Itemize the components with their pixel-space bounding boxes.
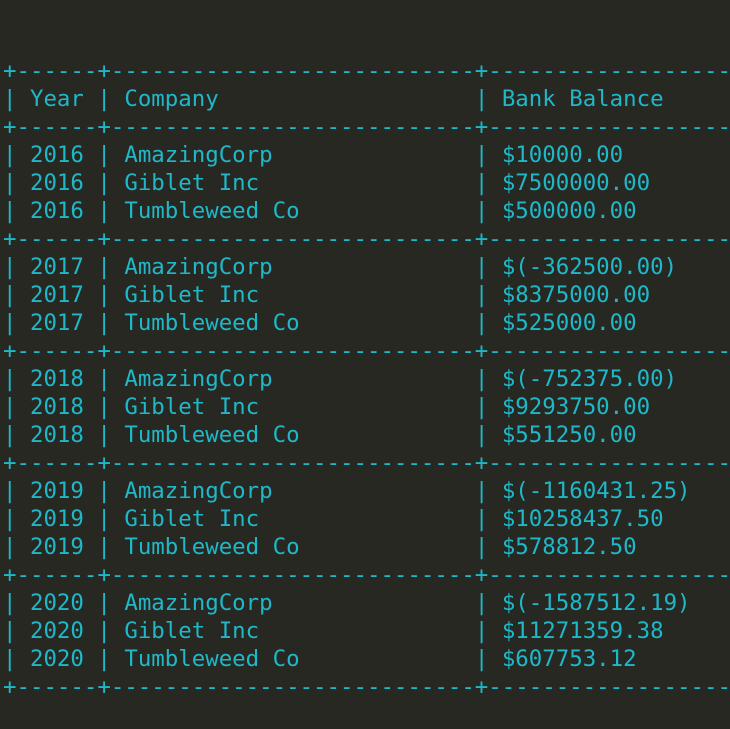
cell-company: AmazingCorp: [124, 590, 273, 616]
table-row: | 2016 | AmazingCorp | $10000.00 |: [3, 142, 624, 168]
cell-balance: $8375000.00: [501, 282, 651, 308]
cell-year: 2016: [29, 198, 84, 224]
cell-year: 2020: [29, 590, 84, 616]
cell-company: Tumbleweed Co: [124, 422, 300, 448]
table-border-separator: +------+---------------------------+----…: [3, 562, 730, 588]
table-row: | 2016 | Tumbleweed Co | $500000.00 |: [3, 198, 637, 224]
table-border-separator: +------+---------------------------+----…: [3, 450, 730, 476]
cell-year: 2020: [29, 646, 84, 672]
table-border-header: +------+---------------------------+----…: [3, 114, 730, 140]
cell-company: AmazingCorp: [124, 366, 273, 392]
cell-company: Tumbleweed Co: [124, 534, 300, 560]
cell-balance: $500000.00: [501, 198, 637, 224]
table-row: | 2018 | Giblet Inc | $9293750.00 |: [3, 394, 651, 420]
cell-balance: $11271359.38: [501, 618, 664, 644]
cell-year: 2016: [29, 142, 84, 168]
table-row: | 2020 | Tumbleweed Co | $607753.12 |: [3, 646, 637, 672]
cell-year: 2017: [29, 282, 84, 308]
table-border-bottom: +------+---------------------------+----…: [3, 674, 730, 700]
cell-balance: $7500000.00: [501, 170, 651, 196]
table-row: | 2018 | AmazingCorp | $(-752375.00) |: [3, 366, 678, 392]
cell-company: Company: [124, 86, 219, 112]
cell-company: Tumbleweed Co: [124, 646, 300, 672]
cell-balance: $551250.00: [501, 422, 637, 448]
cell-balance: $(-752375.00): [501, 366, 678, 392]
cell-balance: $10258437.50: [501, 506, 664, 532]
cell-year: 2020: [29, 618, 84, 644]
table-row: | 2017 | AmazingCorp | $(-362500.00) |: [3, 254, 678, 280]
cell-company: Giblet Inc: [124, 506, 260, 532]
table-row: | 2019 | AmazingCorp | $(-1160431.25) |: [3, 478, 691, 504]
table-border-separator: +------+---------------------------+----…: [3, 338, 730, 364]
cell-company: Giblet Inc: [124, 394, 260, 420]
cell-year: 2019: [29, 506, 84, 532]
table-header-row: | Year | Company | Bank Balance |: [3, 86, 664, 112]
ascii-table: +------+---------------------------+----…: [3, 57, 730, 701]
cell-balance: $578812.50: [501, 534, 637, 560]
cell-year: 2019: [29, 478, 84, 504]
cell-company: Tumbleweed Co: [124, 310, 300, 336]
terminal-window: +------+---------------------------+----…: [0, 0, 730, 700]
table-row: | 2017 | Tumbleweed Co | $525000.00 |: [3, 310, 637, 336]
cell-balance: $(-1587512.19): [501, 590, 691, 616]
cell-year: 2017: [29, 310, 84, 336]
cell-balance: $9293750.00: [501, 394, 651, 420]
table-row: | 2019 | Tumbleweed Co | $578812.50 |: [3, 534, 637, 560]
cell-year: 2018: [29, 422, 84, 448]
table-row: | 2018 | Tumbleweed Co | $551250.00 |: [3, 422, 637, 448]
cell-company: AmazingCorp: [124, 142, 273, 168]
cell-balance: $607753.12: [501, 646, 637, 672]
table-row: | 2017 | Giblet Inc | $8375000.00 |: [3, 282, 651, 308]
cell-year: 2018: [29, 394, 84, 420]
cell-balance: $(-362500.00): [501, 254, 678, 280]
cell-year: Year: [29, 86, 84, 112]
cell-company: AmazingCorp: [124, 254, 273, 280]
cell-year: 2017: [29, 254, 84, 280]
table-row: | 2020 | AmazingCorp | $(-1587512.19) |: [3, 590, 691, 616]
cell-company: Giblet Inc: [124, 170, 260, 196]
table-row: | 2016 | Giblet Inc | $7500000.00 |: [3, 170, 651, 196]
table-border-top: +------+---------------------------+----…: [3, 58, 730, 84]
cell-company: AmazingCorp: [124, 478, 273, 504]
table-border-separator: +------+---------------------------+----…: [3, 226, 730, 252]
cell-company: Giblet Inc: [124, 282, 260, 308]
cell-balance: $(-1160431.25): [501, 478, 691, 504]
cell-year: 2019: [29, 534, 84, 560]
cell-balance: $10000.00: [501, 142, 624, 168]
table-row: | 2019 | Giblet Inc | $10258437.50 |: [3, 506, 664, 532]
table-row: | 2020 | Giblet Inc | $11271359.38 |: [3, 618, 664, 644]
cell-balance: $525000.00: [501, 310, 637, 336]
cell-balance: Bank Balance: [501, 86, 664, 112]
cell-company: Giblet Inc: [124, 618, 260, 644]
cell-year: 2016: [29, 170, 84, 196]
cell-year: 2018: [29, 366, 84, 392]
cell-company: Tumbleweed Co: [124, 198, 300, 224]
